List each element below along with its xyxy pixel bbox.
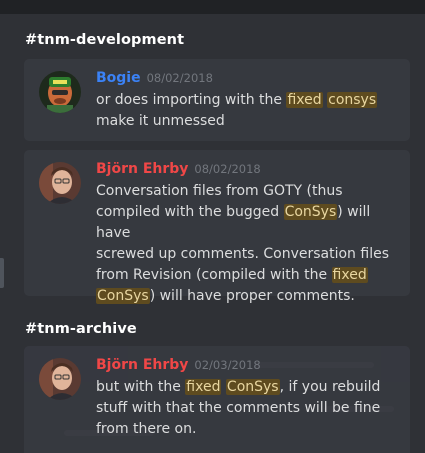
message-text: screwed up comments. Conversation files	[96, 246, 389, 262]
message-text: ) will have proper comments.	[149, 288, 355, 304]
message-text: but with the	[96, 379, 186, 395]
message-text: make it unmessed	[96, 113, 225, 129]
top-bar	[0, 0, 425, 14]
message-line: from Revision (compiled with the fixed	[96, 265, 401, 286]
message-text: or does importing with the	[96, 92, 287, 108]
message-line: make it unmessed	[96, 111, 401, 132]
search-highlight: fixed	[331, 267, 368, 283]
message-text: from there on.	[96, 421, 197, 437]
message-text: from Revision (compiled with the	[96, 267, 332, 283]
message-line: but with the fixed ConSys, if you rebuil…	[96, 377, 401, 398]
search-result-message[interactable]: Bogie 08/02/2018 or does importing with t…	[24, 59, 410, 141]
author-name[interactable]: Björn Ehrby	[96, 357, 188, 373]
message-text: Conversation files from GOTY (thus	[96, 183, 343, 199]
message-line: compiled with the bugged ConSys) will ha…	[96, 202, 401, 244]
message-line: or does importing with the fixed consys	[96, 90, 401, 111]
message-text: stuff with that the comments will be fin…	[96, 400, 381, 416]
message-content: Conversation files from GOTY (thus compil…	[96, 181, 401, 307]
message-timestamp: 08/02/2018	[146, 71, 213, 85]
message-content: but with the fixed ConSys, if you rebuil…	[96, 377, 401, 440]
message-timestamp: 08/02/2018	[194, 162, 261, 176]
author-name[interactable]: Björn Ehrby	[96, 161, 188, 177]
search-highlight: consys	[327, 92, 378, 108]
bogie-avatar-icon[interactable]	[39, 71, 81, 113]
message-line: stuff with that the comments will be fin…	[96, 398, 401, 419]
message-line: from there on.	[96, 419, 401, 440]
bjorn-avatar-icon[interactable]	[39, 358, 81, 400]
scrollbar-handle[interactable]	[0, 258, 4, 288]
search-result-message[interactable]: Björn Ehrby 02/03/2018 but with the fixed…	[24, 346, 410, 453]
message-text: , if you rebuild	[279, 379, 381, 395]
message-line: Conversation files from GOTY (thus	[96, 181, 401, 202]
message-line: ConSys) will have proper comments.	[96, 286, 401, 307]
search-highlight: ConSys	[283, 204, 338, 220]
message-line: screwed up comments. Conversation files	[96, 244, 401, 265]
channel-header-archive[interactable]: #tnm-archive	[25, 321, 137, 337]
search-highlight: fixed	[286, 92, 323, 108]
message-content: or does importing with the fixed consys m…	[96, 90, 401, 132]
search-highlight: ConSys	[96, 288, 150, 304]
search-highlight: fixed	[185, 379, 222, 395]
message-text: compiled with the bugged	[96, 204, 284, 220]
author-name[interactable]: Bogie	[96, 70, 141, 86]
channel-header-development[interactable]: #tnm-development	[25, 32, 184, 48]
bjorn-avatar-icon[interactable]	[39, 162, 81, 204]
message-timestamp: 02/03/2018	[194, 358, 261, 372]
search-result-message[interactable]: Björn Ehrby 08/02/2018 Conversation files…	[24, 150, 410, 304]
search-highlight: ConSys	[225, 379, 280, 395]
